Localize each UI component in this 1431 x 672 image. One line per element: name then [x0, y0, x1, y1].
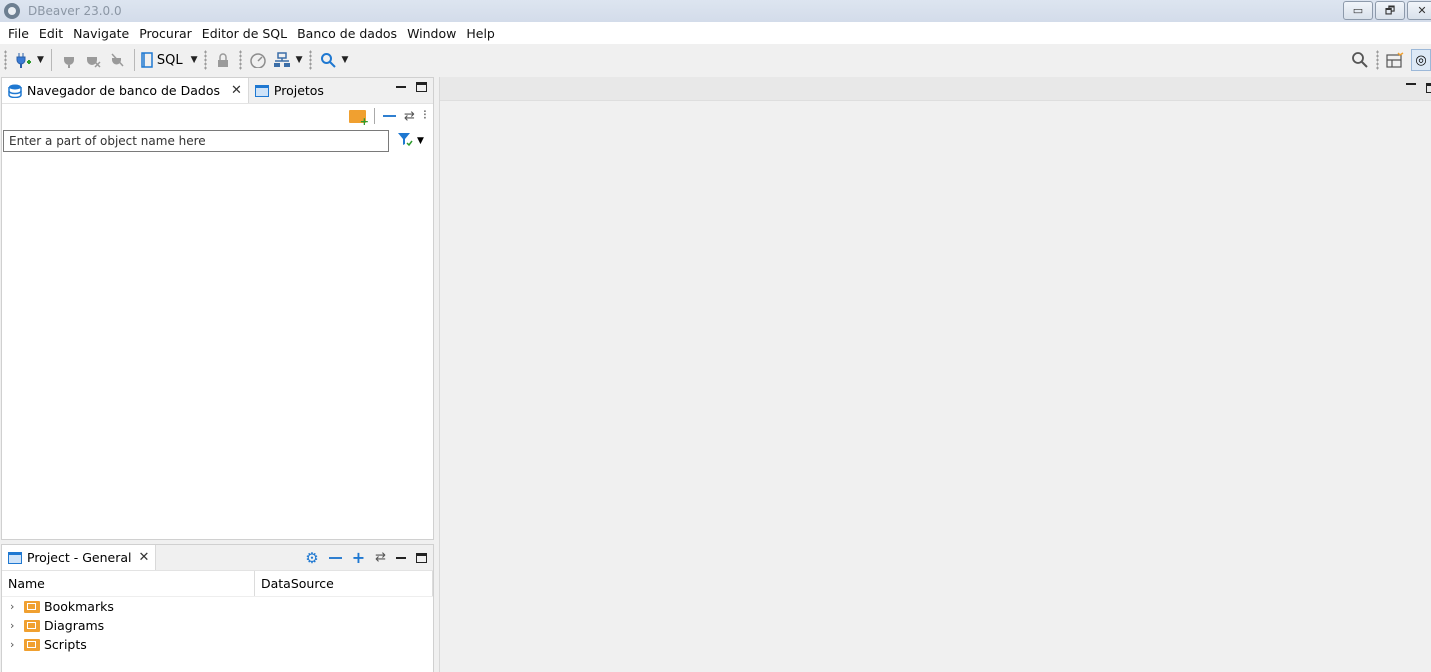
maximize-icon[interactable] [416, 82, 427, 92]
quick-search-icon[interactable] [1351, 50, 1369, 70]
maximize-icon[interactable] [416, 552, 427, 563]
new-folder-icon[interactable] [348, 109, 369, 128]
column-header-datasource[interactable]: DataSource [255, 571, 433, 596]
sql-editor-button[interactable]: SQL [140, 52, 183, 68]
expand-all-icon[interactable]: + [352, 549, 365, 565]
project-tabbar: Project - General ✕ ⚙ + ⇄ [2, 545, 433, 571]
collapse-all-icon[interactable] [382, 115, 396, 117]
toolbar-grip[interactable] [1376, 50, 1379, 70]
main-toolbar: ▼ SQL ▼ ▼ ▼ ◎ [0, 44, 1431, 76]
menu-edit[interactable]: Edit [34, 26, 68, 41]
disconnect-icon[interactable] [84, 50, 102, 70]
tree-item-diagrams[interactable]: › Diagrams [2, 616, 433, 635]
dbeaver-perspective-icon[interactable]: ◎ [1411, 49, 1431, 71]
dashboard-icon[interactable] [249, 50, 267, 70]
filter-icon[interactable] [397, 131, 413, 151]
menu-procurar[interactable]: Procurar [134, 26, 197, 41]
diagram-folder-icon [24, 619, 40, 632]
navigator-filter-row: ▼ [2, 128, 433, 154]
open-perspective-icon[interactable] [1386, 50, 1404, 70]
navigator-view-controls [396, 82, 427, 92]
close-icon[interactable]: ✕ [231, 83, 242, 98]
new-connection-icon[interactable] [14, 50, 32, 70]
bookmark-folder-icon [24, 600, 40, 613]
script-folder-icon [24, 638, 40, 651]
link-with-editor-icon[interactable]: ⇄ [404, 109, 415, 124]
menu-editor-de-sql[interactable]: Editor de SQL [197, 26, 292, 41]
menu-help[interactable]: Help [461, 26, 500, 41]
tab-label: Projetos [273, 83, 324, 98]
navigator-tabbar: Navegador de banco de Dados ✕ Projetos [2, 78, 433, 104]
gear-icon[interactable]: ⚙ [305, 550, 318, 565]
menu-banco-de-dados[interactable]: Banco de dados [292, 26, 402, 41]
title-bar: DBeaver 23.0.0 ▭ 🗗 ✕ [0, 0, 1431, 22]
chevron-right-icon[interactable]: › [10, 619, 20, 632]
toolbar-separator [50, 49, 52, 71]
navigator-toolbar: ⇄ ⁝ [2, 104, 433, 128]
tree-item-label: Diagrams [44, 618, 105, 633]
tab-project-general[interactable]: Project - General ✕ [2, 545, 157, 570]
restore-window-button[interactable]: 🗗 [1375, 1, 1405, 20]
database-icon [8, 84, 22, 98]
tab-projects[interactable]: Projetos [249, 78, 330, 103]
editor-area [439, 77, 1431, 672]
menu-window[interactable]: Window [402, 26, 461, 41]
dbeaver-logo-icon [4, 3, 20, 19]
collapse-all-icon[interactable] [328, 556, 342, 559]
editor-view-controls [1406, 83, 1431, 93]
tree-item-label: Bookmarks [44, 599, 114, 614]
editor-tabbar [440, 77, 1431, 101]
close-icon[interactable]: ✕ [139, 550, 150, 565]
filter-dropdown-icon[interactable]: ▼ [417, 136, 424, 146]
window-title: DBeaver 23.0.0 [28, 4, 122, 18]
new-connection-dropdown-icon[interactable]: ▼ [37, 55, 44, 65]
minimize-icon[interactable] [396, 556, 406, 559]
project-general-panel: Project - General ✕ ⚙ + ⇄ Name DataSourc… [1, 544, 434, 672]
object-name-filter-input[interactable] [3, 130, 389, 152]
column-header-name[interactable]: Name [2, 571, 255, 596]
project-table-header: Name DataSource [2, 571, 433, 597]
connect-icon[interactable] [60, 50, 78, 70]
tree-item-scripts[interactable]: › Scripts [2, 635, 433, 654]
tab-label: Project - General [27, 550, 132, 565]
toolbar-grip[interactable] [4, 50, 7, 70]
disconnect-all-icon[interactable] [108, 50, 126, 70]
project-view-controls: ⚙ + ⇄ [305, 549, 427, 565]
toolbar-grip[interactable] [308, 50, 312, 70]
toolbar-separator [373, 108, 375, 124]
database-navigator-panel: Navegador de banco de Dados ✕ Projetos ⇄… [1, 77, 434, 540]
minimize-window-button[interactable]: ▭ [1343, 1, 1373, 20]
toolbar-right: ◎ [1348, 44, 1431, 76]
commit-mode-dropdown-icon[interactable]: ▼ [296, 55, 303, 65]
chevron-right-icon[interactable]: › [10, 600, 20, 613]
tree-item-label: Scripts [44, 637, 87, 652]
commit-mode-icon[interactable] [273, 50, 291, 70]
sql-button-label: SQL [156, 52, 183, 68]
toolbar-grip[interactable] [203, 50, 207, 70]
menu-file[interactable]: File [3, 26, 34, 41]
tree-item-bookmarks[interactable]: › Bookmarks [2, 597, 433, 616]
minimize-icon[interactable] [396, 86, 406, 88]
minimize-icon[interactable] [1406, 83, 1416, 85]
search-icon[interactable] [319, 50, 337, 70]
transaction-lock-icon[interactable] [214, 50, 232, 70]
search-dropdown-icon[interactable]: ▼ [342, 55, 349, 65]
sql-dropdown-icon[interactable]: ▼ [191, 55, 198, 65]
menu-bar: File Edit Navigate Procurar Editor de SQ… [0, 22, 1431, 44]
tab-label: Navegador de banco de Dados [27, 83, 220, 98]
maximize-icon[interactable] [1426, 83, 1431, 93]
view-menu-icon[interactable]: ⁝ [423, 109, 427, 122]
sql-editor-icon [141, 52, 153, 68]
toolbar-separator [133, 49, 135, 71]
close-window-button[interactable]: ✕ [1407, 1, 1431, 20]
project-icon [254, 84, 269, 97]
project-icon [8, 551, 22, 564]
link-with-editor-icon[interactable]: ⇄ [375, 550, 386, 565]
menu-navigate[interactable]: Navigate [68, 26, 134, 41]
window-controls: ▭ 🗗 ✕ [1343, 1, 1431, 20]
chevron-right-icon[interactable]: › [10, 638, 20, 651]
tab-database-navigator[interactable]: Navegador de banco de Dados ✕ [2, 78, 249, 103]
toolbar-grip[interactable] [238, 50, 242, 70]
